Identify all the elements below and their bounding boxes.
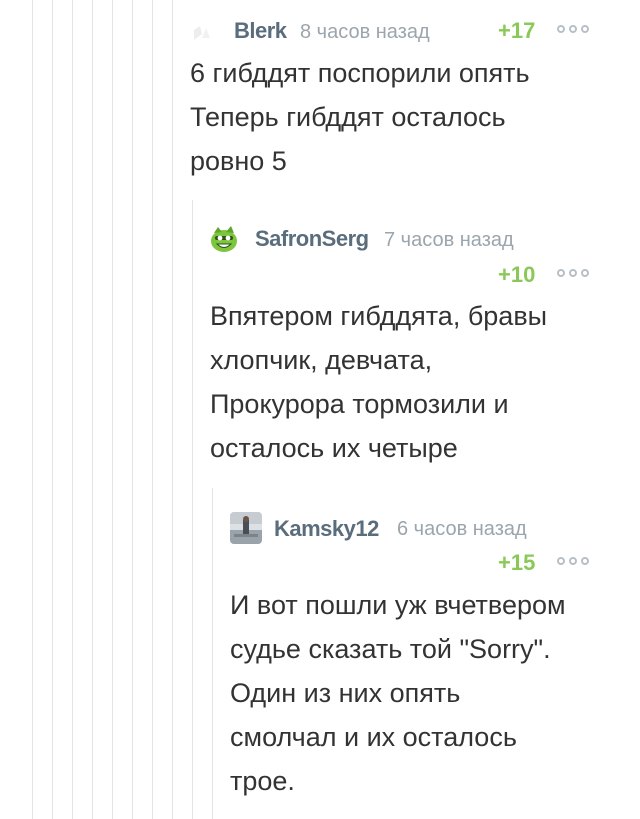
comment-author[interactable]: SafronSerg	[255, 226, 369, 252]
comment-line: Теперь гибддят осталось	[190, 102, 506, 132]
comment-body: 6 гибддят поспорили опять Теперь гибддят…	[190, 51, 530, 183]
dot-icon	[557, 557, 565, 565]
comment: Blerk 8 часов назад +17 6 гибддят поспор…	[0, 0, 640, 200]
more-options-button[interactable]	[557, 269, 589, 277]
green-creature-avatar-icon	[211, 226, 237, 252]
avatar[interactable]	[230, 512, 262, 544]
comment-line: ровно 5	[190, 146, 287, 176]
comment-time: 6 часов назад	[397, 518, 527, 540]
comment-line: Впятером гибддята, бравы	[210, 301, 548, 331]
comment-time: 7 часов назад	[384, 229, 514, 251]
comment-rating: +15	[498, 550, 536, 575]
comment-rating: +10	[498, 262, 536, 287]
dot-icon	[557, 269, 565, 277]
comment-rating: +17	[498, 18, 536, 43]
comment-line: осталось их четыре	[210, 433, 458, 463]
dot-icon	[581, 557, 589, 565]
comment-line: И вот пошли уж вчетвером	[230, 590, 566, 620]
comment-line: судье сказать той "Sorry".	[230, 634, 551, 664]
comment-line: 6 гибддят поспорили опять	[190, 58, 530, 88]
blank-avatar-icon	[190, 16, 218, 44]
dot-icon	[581, 25, 589, 33]
comment-line: смолчал и их осталось	[230, 722, 517, 752]
comment-body: Впятером гибддята, бравы хлопчик, девчат…	[210, 294, 547, 470]
photo-avatar-icon	[230, 512, 262, 544]
avatar[interactable]	[190, 16, 218, 44]
comment-time: 8 часов назад	[300, 21, 430, 43]
comment: SafronSerg 7 часов назад +10 Впятером ги…	[0, 200, 640, 488]
comment-line: хлопчик, девчата,	[210, 345, 433, 375]
dot-icon	[569, 269, 577, 277]
comment-author[interactable]: Kamsky12	[274, 516, 379, 542]
dot-icon	[569, 25, 577, 33]
comment-line: трое.	[230, 766, 295, 796]
comment-body: И вот пошли уж вчетвером судье сказать т…	[230, 583, 566, 803]
more-options-button[interactable]	[557, 25, 589, 33]
comment-author[interactable]: Blerk	[234, 18, 287, 44]
comment-line: Один из них опять	[230, 678, 461, 708]
dot-icon	[557, 25, 565, 33]
more-options-button[interactable]	[557, 557, 589, 565]
comment: Kamsky12 6 часов назад +15 И вот пошли у…	[0, 488, 640, 819]
avatar[interactable]	[209, 224, 239, 254]
comment-line: Прокурора тормозили и	[210, 389, 509, 419]
dot-icon	[581, 269, 589, 277]
dot-icon	[569, 557, 577, 565]
